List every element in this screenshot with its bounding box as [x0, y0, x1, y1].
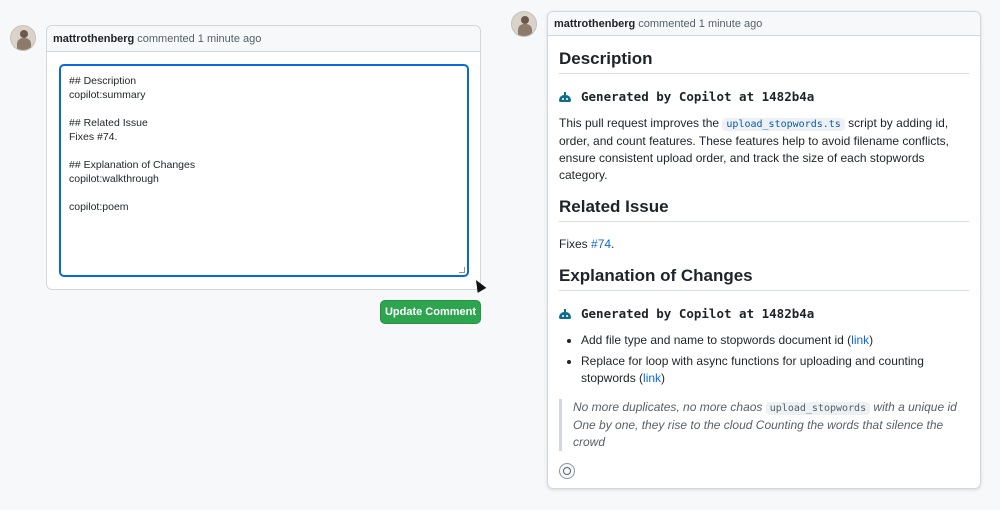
poem-line: No more duplicates, no more chaos upload… — [573, 399, 969, 417]
list-item-text: ) — [869, 333, 874, 347]
editor-line: ## Description — [69, 75, 137, 87]
smiley-reaction-icon[interactable] — [559, 463, 575, 479]
list-item-text: ) — [661, 371, 666, 385]
editor-line: ## Related Issue — [69, 117, 148, 129]
comment-time[interactable]: 1 minute ago — [198, 33, 262, 45]
edit-comment-box: mattrothenberg commented 1 minute ago ##… — [46, 25, 481, 290]
avatar[interactable] — [10, 25, 36, 51]
copilot-bot-icon — [559, 308, 571, 319]
comment-editor-textarea[interactable]: ## Description copilot:summary ## Relate… — [59, 64, 469, 277]
editor-line: ## Explanation of Changes — [69, 159, 196, 171]
commit-link[interactable]: link — [643, 371, 661, 385]
list-item: Replace for loop with async functions fo… — [581, 353, 969, 387]
heading-related-issue: Related Issue — [559, 198, 969, 222]
list-item-text: Replace for loop with async functions fo… — [581, 354, 924, 385]
comment-body: Description Generated by Copilot at 1482… — [559, 50, 969, 479]
generated-label: Generated by Copilot at 1482b4a — [581, 306, 815, 321]
comment-author[interactable]: mattrothenberg — [53, 33, 134, 45]
editor-line: Fixes #74. — [69, 131, 118, 143]
comment-header: mattrothenberg commented 1 minute ago — [47, 26, 480, 52]
comment-action: commented — [638, 17, 696, 30]
editor-line: copilot:walkthrough — [69, 173, 159, 185]
fixes-paragraph: Fixes #74. — [559, 236, 969, 253]
comment-author[interactable]: mattrothenberg — [554, 18, 635, 30]
list-item-text: Add file type and name to stopwords docu… — [581, 333, 852, 347]
poem-text: with a unique id — [870, 400, 957, 414]
rendered-comment: mattrothenberg commented 1 minute ago De… — [547, 11, 981, 489]
generated-label: Generated by Copilot at 1482b4a — [581, 89, 815, 104]
editor-line: copilot:summary — [69, 89, 146, 101]
heading-explanation: Explanation of Changes — [559, 267, 969, 291]
poem-text: No more duplicates, no more chaos — [573, 400, 766, 414]
poem-code: upload_stopwords — [765, 402, 871, 415]
generated-by-copilot: Generated by Copilot at 1482b4a — [559, 305, 969, 322]
fixes-text: Fixes — [559, 237, 592, 251]
poem-blockquote: No more duplicates, no more chaos upload… — [559, 399, 969, 451]
list-item: Add file type and name to stopwords docu… — [581, 332, 969, 349]
walkthrough-list: Add file type and name to stopwords docu… — [559, 332, 969, 387]
mouse-cursor — [471, 277, 487, 293]
avatar[interactable] — [511, 11, 537, 37]
update-comment-button[interactable]: Update Comment — [380, 300, 481, 324]
copilot-bot-icon — [559, 91, 571, 102]
summary-paragraph: This pull request improves the upload_st… — [559, 115, 969, 184]
issue-link[interactable]: #74 — [591, 237, 611, 251]
poem-line: One by one, they rise to the cloud Count… — [573, 418, 944, 449]
editor-line: copilot:poem — [69, 201, 129, 213]
summary-text: This pull request improves the — [559, 116, 723, 130]
comment-action: commented — [137, 32, 195, 45]
comment-time[interactable]: 1 minute ago — [699, 18, 763, 30]
fixes-text: . — [611, 237, 615, 251]
generated-by-copilot: Generated by Copilot at 1482b4a — [559, 88, 969, 105]
comment-header: mattrothenberg commented 1 minute ago — [548, 12, 980, 36]
heading-description: Description — [559, 50, 969, 74]
summary-code: upload_stopwords.ts — [722, 118, 845, 131]
resize-grip-icon[interactable] — [459, 267, 465, 273]
commit-link[interactable]: link — [851, 333, 869, 347]
